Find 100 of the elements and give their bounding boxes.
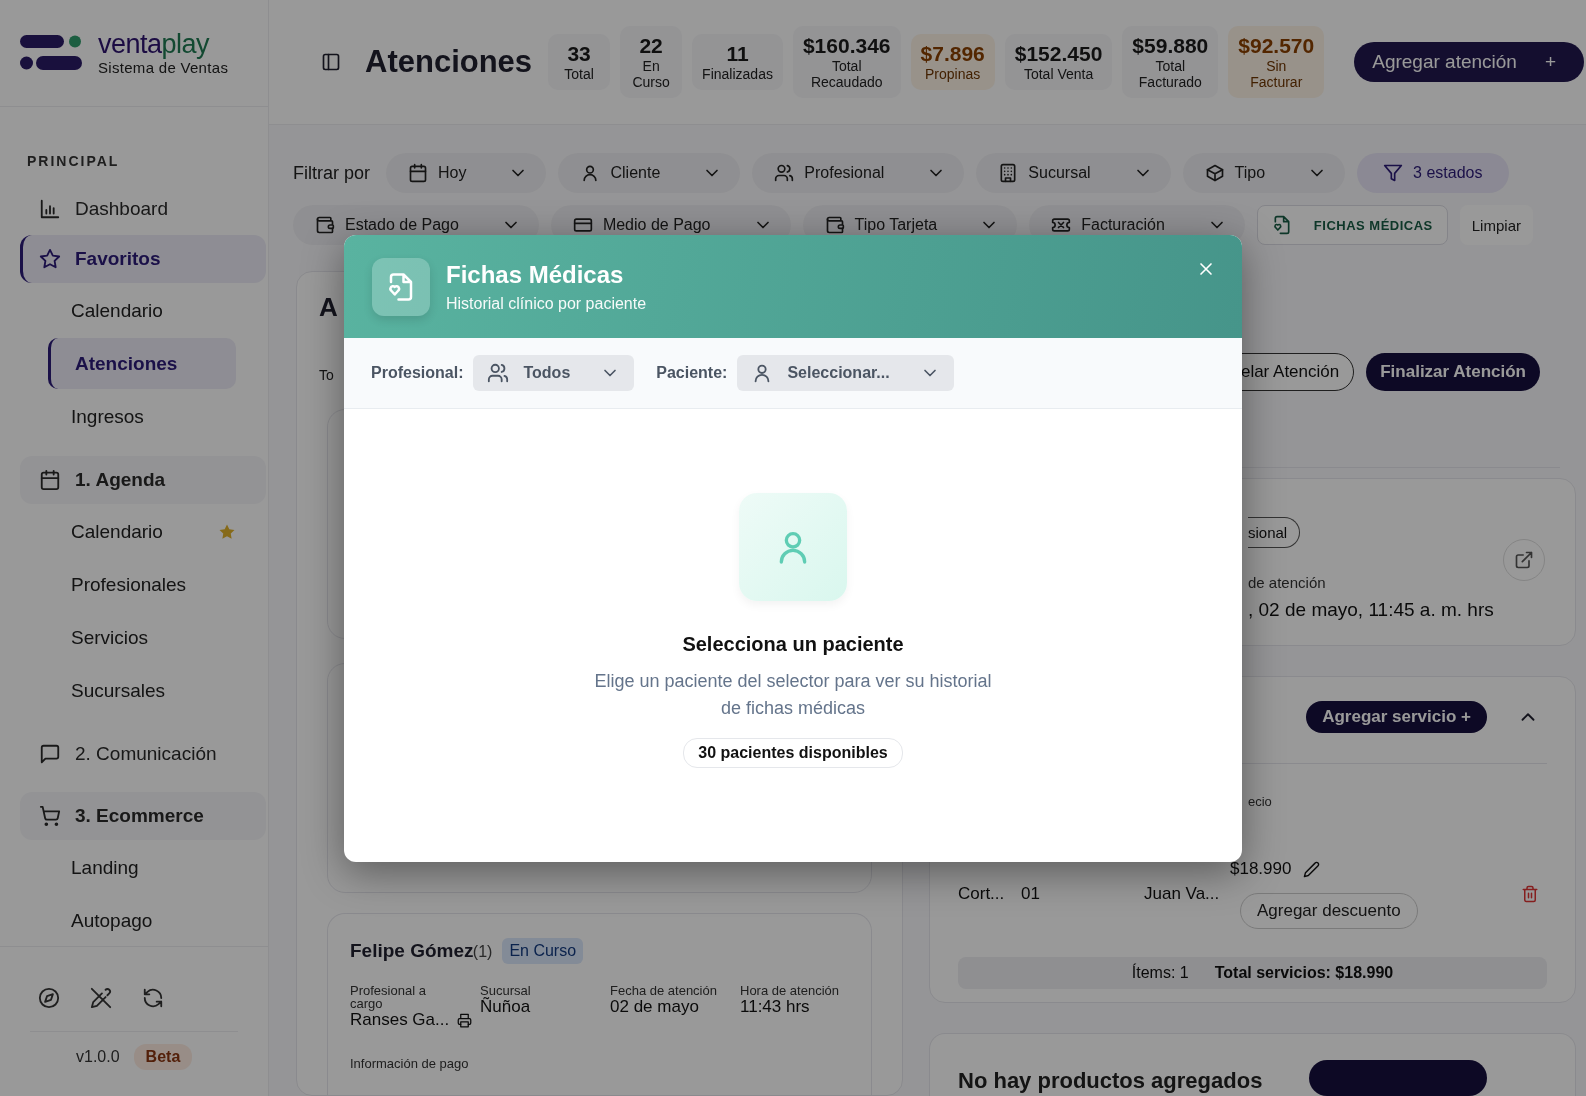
medical-records-button[interactable]: FICHAS MÉDICAS (1256, 205, 1448, 245)
trash-icon (1521, 885, 1539, 904)
calendar-icon (39, 469, 61, 491)
filter-dropdown[interactable]: Cliente (558, 153, 741, 193)
pen-off-icon (90, 987, 112, 1009)
nav-label: Autopago (71, 909, 153, 932)
filter-dropdown[interactable]: Hoy (386, 153, 547, 193)
add-attention-button[interactable]: Agregar atención + (1354, 42, 1585, 82)
brand-name: ventaplay (98, 30, 211, 58)
nav-subitem[interactable]: Ingresos (48, 391, 236, 442)
external-link-icon (1514, 550, 1534, 570)
nav-label: Profesionales (71, 573, 187, 596)
field-value: Ranses Ga... (350, 1010, 450, 1030)
price-text: $18.990 (1230, 859, 1292, 880)
ticket-icon (1051, 215, 1072, 235)
nav-item[interactable]: 1. Agenda (20, 456, 266, 504)
stat-value: $160.346 (802, 33, 891, 58)
sidebar-toggle-icon (321, 52, 341, 72)
filter-label: Filtrar por (293, 162, 370, 184)
filter-dropdown[interactable]: Tipo (1182, 153, 1346, 193)
nav-item[interactable]: 2. Comunicación (20, 730, 266, 778)
stat-value: 33 (567, 41, 591, 66)
nav-subitem[interactable]: Calendario (48, 285, 236, 336)
nav-label: Calendario (71, 299, 163, 322)
bar-chart-icon (39, 198, 61, 220)
services-total: Total servicios: $18.990 (1214, 964, 1394, 983)
nav-subitem[interactable]: Landing (48, 842, 236, 893)
credit-card-icon (572, 215, 593, 235)
professional-select[interactable]: Todos (473, 355, 635, 391)
nav-label: Atenciones (75, 352, 178, 375)
page-title: Atenciones (365, 44, 533, 80)
empty-products-text: No hay productos agregados (958, 1068, 1263, 1094)
nav-subitem[interactable]: Autopago (48, 895, 236, 946)
status-filter-button[interactable]: 3 estados (1357, 153, 1509, 193)
filter-icon (1383, 163, 1404, 183)
open-external-button[interactable] (1503, 539, 1545, 581)
patient-select[interactable]: Seleccionar... (737, 355, 954, 391)
patient-count: 30 pacientes disponibles (683, 738, 903, 768)
cart-icon (39, 805, 61, 827)
stat-label: Total Venta (1022, 65, 1095, 83)
nav-item[interactable]: 3. Ecommerce (20, 792, 266, 840)
stat-label: Finalizadas (702, 65, 773, 83)
section-title: PRINCIPAL (27, 153, 121, 169)
add-product-button[interactable] (1309, 1060, 1487, 1096)
pencil-icon (1303, 860, 1321, 878)
nav-subitem[interactable]: Servicios (48, 612, 236, 663)
beta-badge: Beta (133, 1044, 193, 1070)
nav-item[interactable]: Dashboard (20, 185, 266, 233)
column-header: ecio (1248, 794, 1273, 810)
refresh-icon (142, 987, 164, 1009)
nav-subitem[interactable]: Profesionales (48, 559, 236, 610)
brand-tagline: Sistema de Ventas (98, 58, 229, 76)
table-cell-text: Cort... (958, 884, 1006, 905)
finish-button[interactable]: Finalizar Atención (1366, 353, 1540, 391)
version-text: v1.0.0 (76, 1048, 120, 1066)
stat-value: 22 (639, 33, 663, 58)
field-value: 02 de mayo (610, 997, 699, 1017)
field-label: Fecha de atención (610, 984, 718, 997)
status-badge: En Curso (502, 938, 584, 964)
dialog-title: Fichas Médicas (446, 260, 625, 289)
stat-label: Propinas (924, 65, 982, 83)
filter-dropdown[interactable]: Sucursal (976, 153, 1171, 193)
stat-value: $152.450 (1014, 41, 1103, 66)
stat-value: $92.570 (1238, 33, 1315, 58)
client-name: Felipe Gómez(1) (350, 940, 493, 962)
box-icon (1204, 163, 1225, 183)
nav-label: Servicios (71, 626, 149, 649)
field-label: Hora de atención (740, 984, 840, 997)
users-icon (774, 163, 795, 183)
stat-value: 11 (726, 41, 749, 66)
nav-subitem[interactable]: Atenciones (48, 338, 236, 389)
dialog-subtitle: Historial clínico por paciente (446, 294, 647, 313)
wallet-icon (315, 215, 335, 235)
add-discount-button[interactable]: Agregar descuento (1240, 893, 1418, 930)
nav-label: Calendario (71, 520, 163, 543)
add-service-button[interactable]: Agregar servicio + (1306, 701, 1487, 734)
stat-label: En Curso (631, 57, 671, 91)
field-label: Profesional a cargo (350, 984, 427, 1010)
nav-subitem[interactable]: Calendario (48, 506, 236, 557)
chat-icon (39, 743, 61, 765)
users-icon (487, 362, 510, 384)
tab-label[interactable]: To (319, 367, 334, 383)
table-cell-text: 01 (1021, 884, 1041, 905)
nav-label: Sucursales (71, 679, 165, 702)
field-value: 11:43 hrs (740, 997, 810, 1017)
stat-label: Sin Facturar (1249, 57, 1304, 91)
compass-icon (38, 987, 60, 1009)
filter-dropdown[interactable]: Profesional (752, 153, 965, 193)
nav-subitem[interactable]: Sucursales (48, 665, 236, 716)
clear-button[interactable]: Limpiar (1459, 205, 1533, 245)
wallet-icon (824, 215, 845, 235)
field-label: de atención (1248, 574, 1327, 591)
field-label: Sucursal (480, 984, 532, 997)
nav-item[interactable]: Favoritos (20, 235, 266, 283)
nav-label: Ingresos (71, 405, 144, 428)
stat-value: $59.880 (1132, 33, 1209, 58)
star-icon (39, 248, 61, 270)
stat-label: Total Recaudado (809, 57, 884, 91)
empty-state-description: Elige un paciente del selector para ver su historial de fichas médicas (593, 670, 993, 720)
panel-title: A (319, 292, 338, 323)
